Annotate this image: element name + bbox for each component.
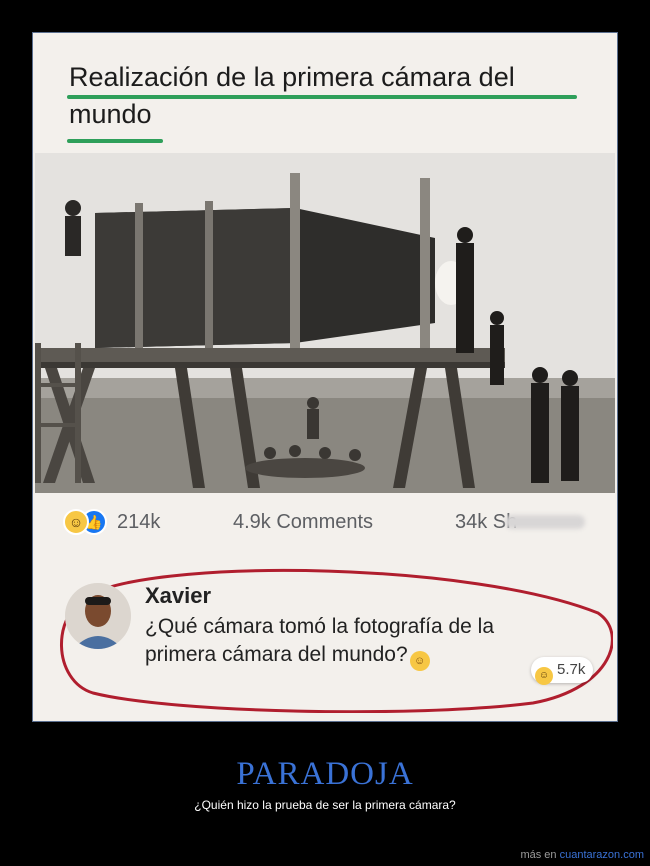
highlighted-comment: Xavier ¿Qué cámara tomó la fotografía de… bbox=[53, 553, 613, 713]
reactions-count[interactable]: 214k bbox=[117, 511, 160, 534]
comments-count[interactable]: 4.9k Comments bbox=[233, 511, 373, 534]
commenter-avatar[interactable] bbox=[65, 583, 131, 649]
headline-underline bbox=[67, 95, 577, 99]
comment-body: ¿Qué cámara tomó la fotografía de la pri… bbox=[145, 615, 495, 666]
caption-title: PARADOJA bbox=[236, 756, 414, 792]
comment-author[interactable]: Xavier bbox=[145, 583, 211, 609]
post-reactions-bar: ☺ 👍 214k 4.9k Comments 34k Sh bbox=[63, 505, 593, 541]
smirk-emoji-icon: ☺ bbox=[409, 651, 430, 671]
historic-camera-photo bbox=[35, 153, 615, 493]
comment-reaction-badge[interactable]: ☺ 5.7k bbox=[531, 657, 594, 685]
headline-underline-short bbox=[67, 139, 163, 143]
shares-smudge bbox=[505, 515, 585, 529]
footer-prefix: más en bbox=[520, 849, 560, 861]
comment-reaction-count: 5.7k bbox=[557, 661, 586, 678]
haha-reaction-icon: ☺ bbox=[535, 667, 553, 685]
footer-credit: más en cuantarazon.com bbox=[520, 849, 644, 861]
comment-bubble: Xavier ¿Qué cámara tomó la fotografía de… bbox=[139, 579, 529, 699]
photo-illustration bbox=[35, 153, 615, 493]
caption-subtitle: ¿Quién hizo la prueba de ser la primera … bbox=[194, 798, 456, 812]
haha-reaction-icon: ☺ bbox=[63, 509, 89, 535]
comment-text: ¿Qué cámara tomó la fotografía de la pri… bbox=[145, 613, 525, 671]
meme-card: Realización de la primera cámara del mun… bbox=[32, 32, 618, 722]
footer-site-link[interactable]: cuantarazon.com bbox=[560, 849, 644, 861]
